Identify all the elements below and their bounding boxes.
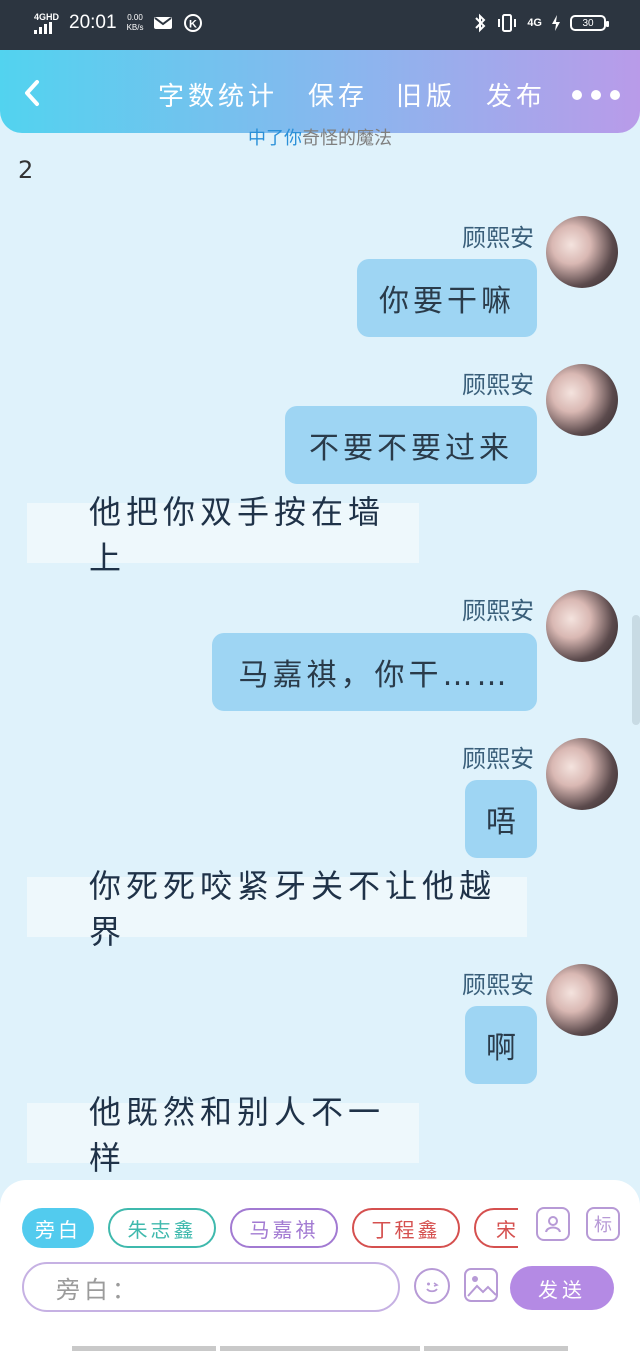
input-placeholder: 旁白： [56,1275,140,1304]
mobile-data-indicator: 4G [527,17,542,29]
role-chip-song[interactable]: 宋 [474,1208,518,1248]
word-count-button[interactable]: 字数统计 [158,76,278,113]
signal-indicator: 4GHD [34,11,60,34]
scrollbar[interactable] [632,615,640,725]
speaker-name: 顾熙安 [462,224,534,252]
status-bar: 4GHD 20:01 0.00 KB/s K 4G 30 [0,0,640,50]
avatar[interactable] [546,364,618,436]
speed-unit: KB/s [126,23,144,32]
avatar[interactable] [546,216,618,288]
speaker-name: 顾熙安 [462,745,534,773]
signal-bars-icon [34,21,52,34]
chapter-title: 中了你奇怪的魔法 [0,124,640,150]
tag-button[interactable]: 标 [586,1207,620,1241]
k-app-icon: K [184,14,203,32]
network-speed: 0.00 KB/s [127,13,144,33]
svg-text:K: K [189,19,197,31]
send-button[interactable]: 发送 [510,1266,614,1310]
character-card-icon[interactable] [536,1207,570,1241]
page-number: 2 [18,156,34,184]
smiley-icon [426,1282,439,1293]
role-selector: 旁白 朱志鑫 马嘉祺 丁程鑫 宋 [22,1208,518,1248]
charging-icon [552,15,560,31]
speech-bubble[interactable]: 唔 [465,780,537,858]
clock: 20:01 [69,12,117,33]
speed-value: 0.00 [127,13,143,22]
tag-label: 标 [594,1215,612,1236]
battery-level: 30 [582,17,594,29]
chapter-title-rest: 奇怪的魔法 [302,128,392,149]
composer-panel: 旁白 朱志鑫 马嘉祺 丁程鑫 宋 标 旁白： 发送 [0,1180,640,1351]
save-button[interactable]: 保存 [308,76,368,113]
emoji-button[interactable] [414,1268,450,1304]
more-icon[interactable] [570,88,622,102]
role-chip-ding-chengxin[interactable]: 丁程鑫 [352,1208,460,1248]
narration-block[interactable]: 你死死咬紧牙关不让他越界 [27,867,527,951]
avatar[interactable] [546,590,618,662]
network-type: 4GHD [34,11,60,22]
chapter-title-highlight: 中了你 [248,128,302,149]
nav-bar-segment [220,1346,420,1351]
back-icon[interactable] [20,78,44,108]
bluetooth-icon [475,13,486,33]
nav-bar-segment [424,1346,568,1351]
narration-block[interactable]: 他把你双手按在墙上 [27,493,419,577]
speech-bubble[interactable]: 马嘉祺，你干…… [212,633,537,711]
speech-bubble[interactable]: 啊 [465,1006,537,1084]
role-chip-ma-jiaqi[interactable]: 马嘉祺 [230,1208,338,1248]
old-version-button[interactable]: 旧版 [396,76,456,113]
speech-bubble[interactable]: 你要干嘛 [357,259,537,337]
avatar[interactable] [546,738,618,810]
narration-block[interactable]: 他既然和别人不一样 [27,1093,419,1177]
speaker-name: 顾熙安 [462,971,534,999]
publish-button[interactable]: 发布 [486,76,546,113]
person-icon [545,1216,561,1233]
speaker-name: 顾熙安 [462,371,534,399]
editor-header: 字数统计 保存 旧版 发布 [0,50,640,133]
vibrate-icon [498,14,517,32]
role-chip-zhu-zhixin[interactable]: 朱志鑫 [108,1208,216,1248]
battery-icon: 30 [570,15,609,31]
speech-bubble[interactable]: 不要不要过来 [285,406,537,484]
role-chip-narrator[interactable]: 旁白 [22,1208,94,1248]
avatar[interactable] [546,964,618,1036]
speaker-name: 顾熙安 [462,597,534,625]
message-input[interactable]: 旁白： [22,1262,400,1312]
image-icon [467,1276,496,1297]
image-button[interactable] [464,1268,498,1302]
nav-bar-segment [72,1346,216,1351]
mail-icon [154,17,173,29]
